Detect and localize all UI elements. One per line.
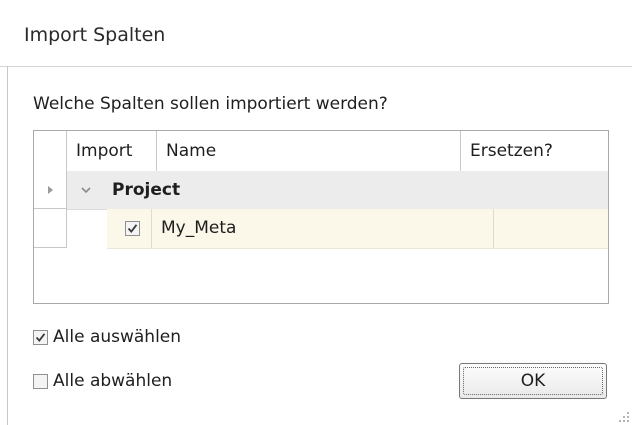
deselect-all-checkbox[interactable]: [33, 374, 48, 389]
dialog-frame-border: [7, 66, 8, 425]
checkmark-icon: [127, 224, 138, 234]
ok-button[interactable]: OK: [459, 363, 607, 399]
dialog-title: Import Spalten: [24, 24, 166, 46]
cell-divider: [151, 209, 152, 248]
columns-grid: Import Name Ersetzen? Project My_Meta: [33, 130, 609, 304]
prompt-label: Welche Spalten sollen importiert werden?: [33, 94, 388, 114]
group-label: Project: [112, 180, 181, 200]
column-header-import[interactable]: Import: [67, 131, 157, 171]
row-name-cell[interactable]: My_Meta: [161, 209, 236, 248]
row-pointer-icon: [48, 186, 53, 194]
column-header-name[interactable]: Name: [157, 131, 461, 171]
group-row-project[interactable]: Project: [67, 171, 608, 210]
checkmark-icon: [35, 333, 46, 343]
table-row[interactable]: My_Meta: [107, 209, 608, 249]
deselect-all-label[interactable]: Alle abwählen: [53, 371, 172, 391]
column-header-replace[interactable]: Ersetzen?: [461, 131, 608, 171]
row-indicator-item[interactable]: [34, 209, 67, 248]
dialog-titlebar[interactable]: Import Spalten: [0, 0, 632, 67]
row-indicator-group[interactable]: [34, 171, 67, 209]
select-all-label[interactable]: Alle auswählen: [53, 327, 181, 347]
header-corner-cell: [34, 131, 67, 171]
focus-rectangle: [463, 367, 603, 395]
import-columns-dialog: Import Spalten Welche Spalten sollen imp…: [0, 0, 632, 425]
select-all-checkbox[interactable]: [33, 330, 48, 345]
chevron-down-icon[interactable]: [79, 183, 93, 197]
row-replace-cell[interactable]: [494, 209, 608, 248]
import-checkbox[interactable]: [125, 221, 140, 236]
resize-grip-icon[interactable]: [618, 411, 630, 423]
grid-header: Import Name Ersetzen?: [34, 131, 608, 172]
